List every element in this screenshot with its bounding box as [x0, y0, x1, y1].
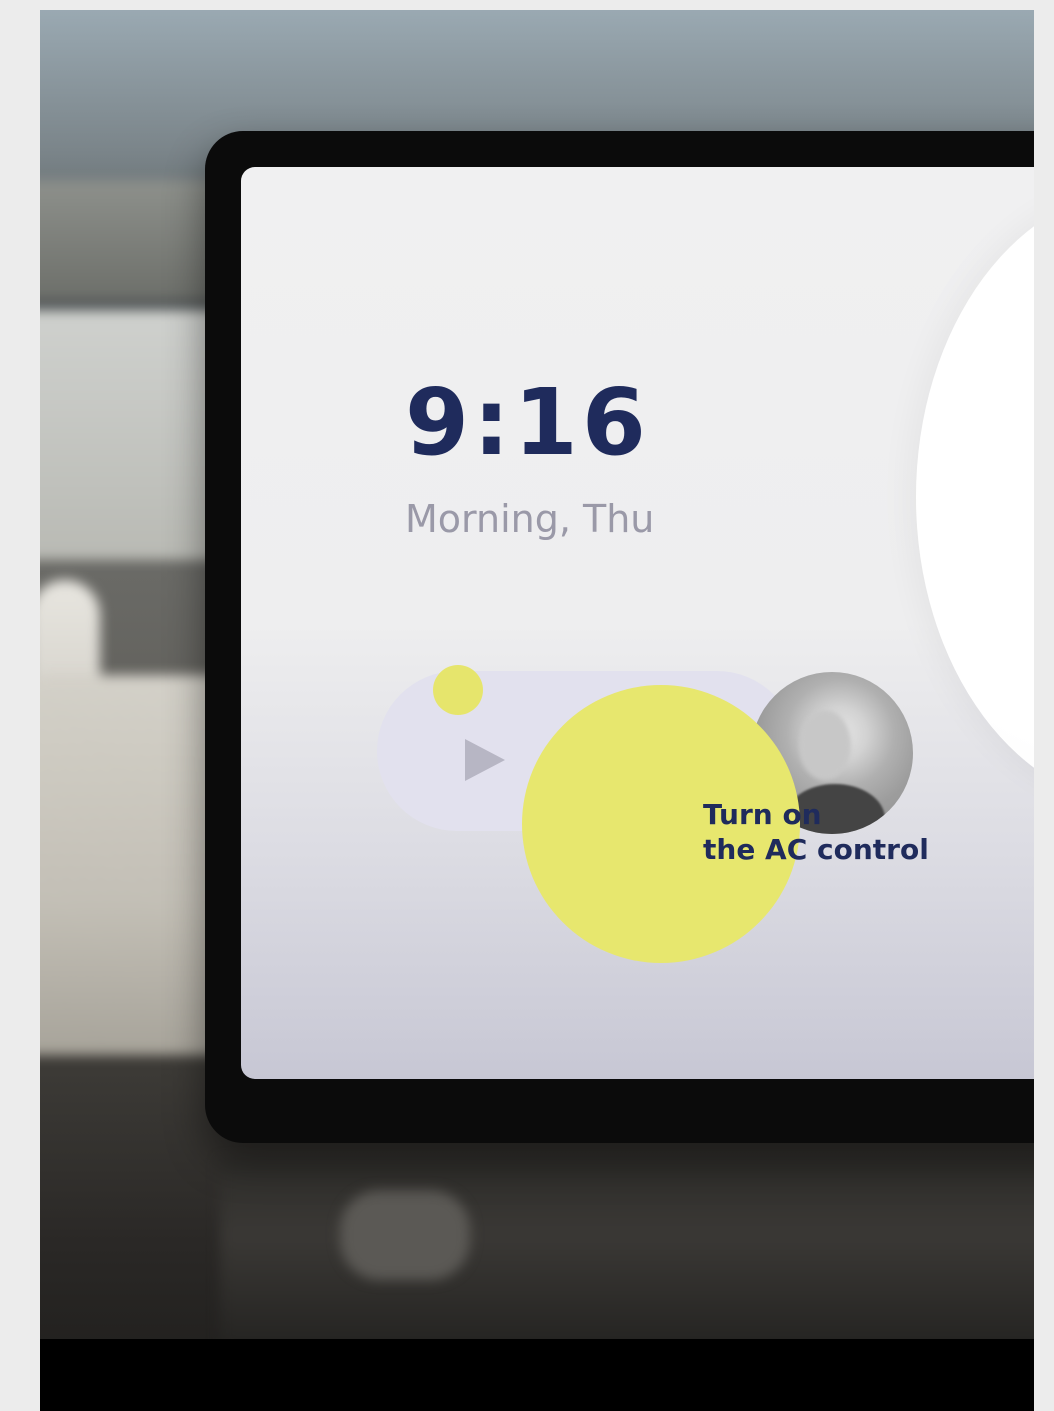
play-icon[interactable] [465, 739, 505, 781]
smart-display-device: 9:16 Morning, Thu Turn on the AC control [205, 131, 1034, 1143]
ac-control-label[interactable]: Turn on the AC control [703, 797, 929, 867]
device-screen: 9:16 Morning, Thu Turn on the AC control [241, 167, 1034, 1079]
avatar-face [799, 710, 851, 780]
right-panel-card[interactable] [916, 187, 1034, 807]
clock-subtitle: Morning, Thu [405, 497, 655, 541]
media-indicator-dot [433, 665, 483, 715]
clock-time: 9:16 [405, 369, 650, 476]
photo-frame: 9:16 Morning, Thu Turn on the AC control [40, 10, 1034, 1411]
bottom-black-bar [40, 1339, 1034, 1411]
background-cup [340, 1190, 470, 1280]
ac-control-label-line1: Turn on [703, 798, 822, 831]
ac-control-label-line2: the AC control [703, 833, 929, 866]
